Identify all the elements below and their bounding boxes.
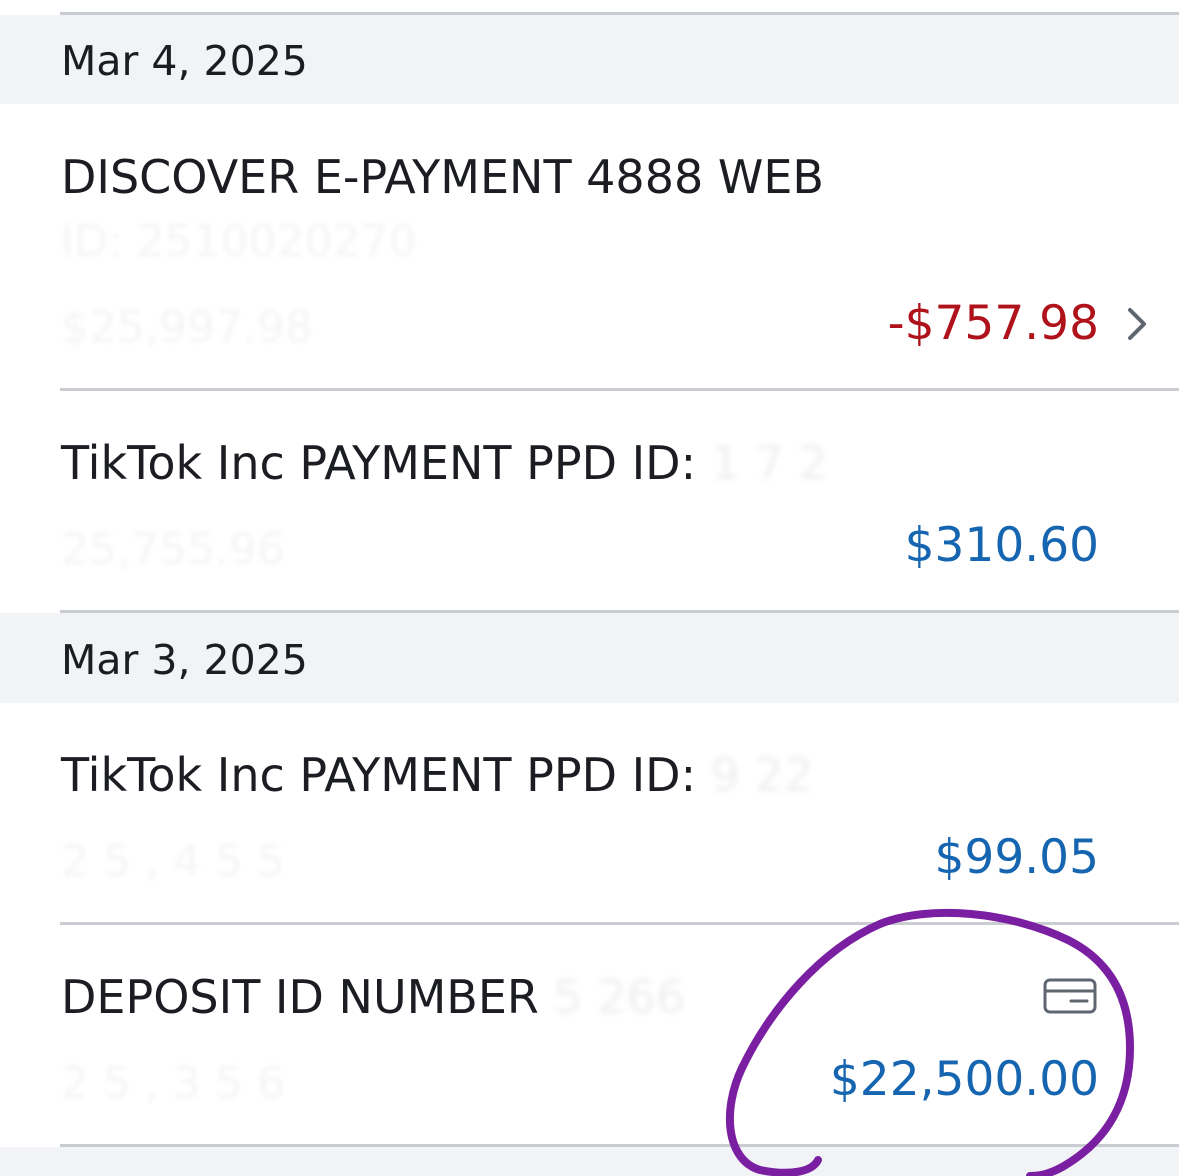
- transaction-amount: -$757.98: [887, 296, 1099, 351]
- transaction-balance: 2 5 , 3 5 6: [61, 1058, 285, 1109]
- divider: [60, 388, 1179, 391]
- chevron-right-icon[interactable]: [1122, 304, 1152, 344]
- transaction-list: Mar 4, 2025 DISCOVER E-PAYMENT 4888 WEB …: [0, 0, 1179, 1176]
- transaction-amount: $99.05: [934, 830, 1099, 885]
- masked-id: 1 7 2: [696, 436, 828, 490]
- transaction-title-text: DEPOSIT ID NUMBER: [61, 970, 539, 1024]
- masked-id: 9 22: [696, 748, 814, 802]
- transaction-balance: 25,755.96: [61, 524, 285, 575]
- card-icon: [1043, 978, 1097, 1014]
- date-header: Mar 4, 2025: [0, 15, 1179, 104]
- transaction-title-text: TikTok Inc PAYMENT PPD ID:: [61, 436, 697, 490]
- transaction-title-text: TikTok Inc PAYMENT PPD ID:: [61, 748, 697, 802]
- transaction-amount: $22,500.00: [829, 1052, 1099, 1107]
- date-label: Mar 3, 2025: [61, 636, 308, 684]
- divider: [60, 922, 1179, 925]
- transaction-title: DEPOSIT ID NUMBER 5 266: [61, 974, 685, 1020]
- masked-id: 5 266: [538, 970, 686, 1024]
- transaction-title: DISCOVER E-PAYMENT 4888 WEB: [61, 150, 824, 204]
- date-header: [0, 1147, 1179, 1176]
- date-header: Mar 3, 2025: [0, 613, 1179, 703]
- transaction-balance: 2 5 , 4 5 5: [61, 836, 285, 887]
- transaction-amount: $310.60: [904, 518, 1099, 573]
- transaction-title: TikTok Inc PAYMENT PPD ID: 9 22: [61, 752, 813, 798]
- transaction-balance: $25,997.98: [61, 302, 313, 353]
- date-label: Mar 4, 2025: [61, 37, 308, 85]
- transaction-title: TikTok Inc PAYMENT PPD ID: 1 7 2: [61, 440, 828, 486]
- transaction-id: ID: 2510020270: [61, 216, 417, 267]
